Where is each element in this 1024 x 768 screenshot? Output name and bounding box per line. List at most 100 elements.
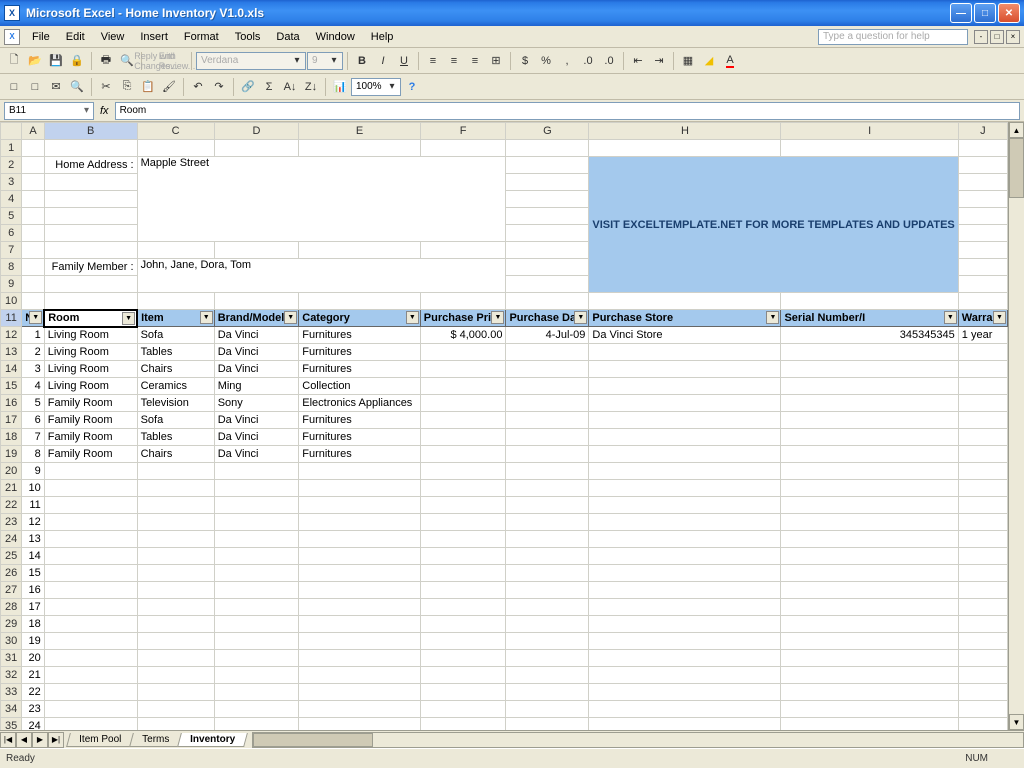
italic-button[interactable]: I <box>373 51 393 71</box>
vscroll-thumb[interactable] <box>1009 138 1024 198</box>
cell[interactable] <box>781 684 958 701</box>
table-header-category[interactable]: Category▼ <box>299 310 421 327</box>
cell[interactable] <box>589 701 781 718</box>
cell[interactable] <box>44 633 137 650</box>
cell[interactable] <box>420 480 506 497</box>
cell[interactable] <box>44 565 137 582</box>
cell[interactable] <box>958 140 1007 157</box>
maximize-button[interactable]: □ <box>974 3 996 23</box>
format-painter-button[interactable]: 🖌 <box>159 77 179 97</box>
cell-store[interactable] <box>589 412 781 429</box>
cell-serial[interactable] <box>781 378 958 395</box>
cell[interactable] <box>420 718 506 731</box>
cell[interactable] <box>214 140 299 157</box>
cell[interactable] <box>44 140 137 157</box>
menu-file[interactable]: File <box>24 29 58 45</box>
row-header-10[interactable]: 10 <box>1 293 22 310</box>
cell-no[interactable]: 17 <box>22 599 44 616</box>
align-center-button[interactable]: ≡ <box>444 51 464 71</box>
save-button[interactable]: 💾 <box>46 51 66 71</box>
cell-no[interactable]: 2 <box>22 344 44 361</box>
cell-warranty[interactable]: 1 year <box>958 327 1007 344</box>
cell-date[interactable] <box>506 412 589 429</box>
cell[interactable] <box>589 514 781 531</box>
cell-price[interactable] <box>420 395 506 412</box>
cell[interactable] <box>214 667 299 684</box>
cell[interactable] <box>299 514 421 531</box>
cell-item[interactable]: Sofa <box>137 327 214 344</box>
cell-brand[interactable]: Sony <box>214 395 299 412</box>
cell-price[interactable] <box>420 446 506 463</box>
cell[interactable] <box>44 701 137 718</box>
cell[interactable] <box>589 650 781 667</box>
col-header-C[interactable]: C <box>137 123 214 140</box>
cell[interactable] <box>506 582 589 599</box>
cell[interactable] <box>781 531 958 548</box>
cell[interactable] <box>44 548 137 565</box>
underline-button[interactable]: U <box>394 51 414 71</box>
cell[interactable] <box>589 480 781 497</box>
cell[interactable] <box>44 616 137 633</box>
cell-room[interactable]: Living Room <box>44 327 137 344</box>
cell[interactable] <box>44 293 137 310</box>
cell-store[interactable] <box>589 378 781 395</box>
cell-price[interactable] <box>420 378 506 395</box>
cell-room[interactable]: Living Room <box>44 361 137 378</box>
cell-store[interactable] <box>589 446 781 463</box>
cell-serial[interactable] <box>781 395 958 412</box>
cell-no[interactable]: 16 <box>22 582 44 599</box>
cell[interactable] <box>214 293 299 310</box>
cell[interactable] <box>214 497 299 514</box>
hscroll-thumb[interactable] <box>253 733 373 747</box>
row-header-1[interactable]: 1 <box>1 140 22 157</box>
cell[interactable] <box>420 650 506 667</box>
cell[interactable] <box>506 531 589 548</box>
zoom-combo[interactable]: 100%▾ <box>351 78 401 96</box>
cell[interactable] <box>299 701 421 718</box>
tab-next-button[interactable]: ▶ <box>32 732 48 748</box>
cell[interactable] <box>214 463 299 480</box>
cell[interactable] <box>44 463 137 480</box>
cell-brand[interactable]: Da Vinci <box>214 361 299 378</box>
cell[interactable] <box>137 633 214 650</box>
cell[interactable] <box>781 140 958 157</box>
cell-date[interactable] <box>506 429 589 446</box>
cell[interactable] <box>214 548 299 565</box>
cell-no[interactable]: 6 <box>22 412 44 429</box>
cell[interactable] <box>22 293 44 310</box>
cell-no[interactable]: 18 <box>22 616 44 633</box>
cell[interactable] <box>506 140 589 157</box>
cell[interactable] <box>137 616 214 633</box>
filter-dropdown-icon[interactable]: ▼ <box>766 311 779 324</box>
cell-no[interactable]: 23 <box>22 701 44 718</box>
cell[interactable] <box>299 616 421 633</box>
permission-button[interactable]: 🔒 <box>67 51 87 71</box>
copy-button[interactable]: ⎘ <box>117 77 137 97</box>
increase-decimal-button[interactable]: .0 <box>578 51 598 71</box>
cell[interactable] <box>214 582 299 599</box>
cell[interactable] <box>781 650 958 667</box>
filter-dropdown-icon[interactable]: ▼ <box>491 311 504 324</box>
cell[interactable] <box>44 718 137 731</box>
cell[interactable] <box>958 718 1007 731</box>
sort-asc-button[interactable]: A↓ <box>280 77 300 97</box>
cell[interactable] <box>420 616 506 633</box>
cell-serial[interactable] <box>781 429 958 446</box>
cell[interactable] <box>506 463 589 480</box>
cell[interactable] <box>299 599 421 616</box>
cell-warranty[interactable] <box>958 344 1007 361</box>
family-member-field[interactable]: John, Jane, Dora, Tom <box>137 259 506 293</box>
comma-button[interactable]: , <box>557 51 577 71</box>
decrease-indent-button[interactable]: ⇤ <box>628 51 648 71</box>
table-header-item[interactable]: Item▼ <box>137 310 214 327</box>
cell[interactable] <box>781 514 958 531</box>
decrease-decimal-button[interactable]: .0 <box>599 51 619 71</box>
home-address-field[interactable]: Mapple Street <box>137 157 506 242</box>
cell[interactable] <box>137 718 214 731</box>
cell[interactable] <box>137 548 214 565</box>
cell[interactable] <box>781 293 958 310</box>
cell-warranty[interactable] <box>958 429 1007 446</box>
table-header-purchase-price[interactable]: Purchase Pric▼ <box>420 310 506 327</box>
cell[interactable] <box>506 548 589 565</box>
cell-date[interactable] <box>506 378 589 395</box>
